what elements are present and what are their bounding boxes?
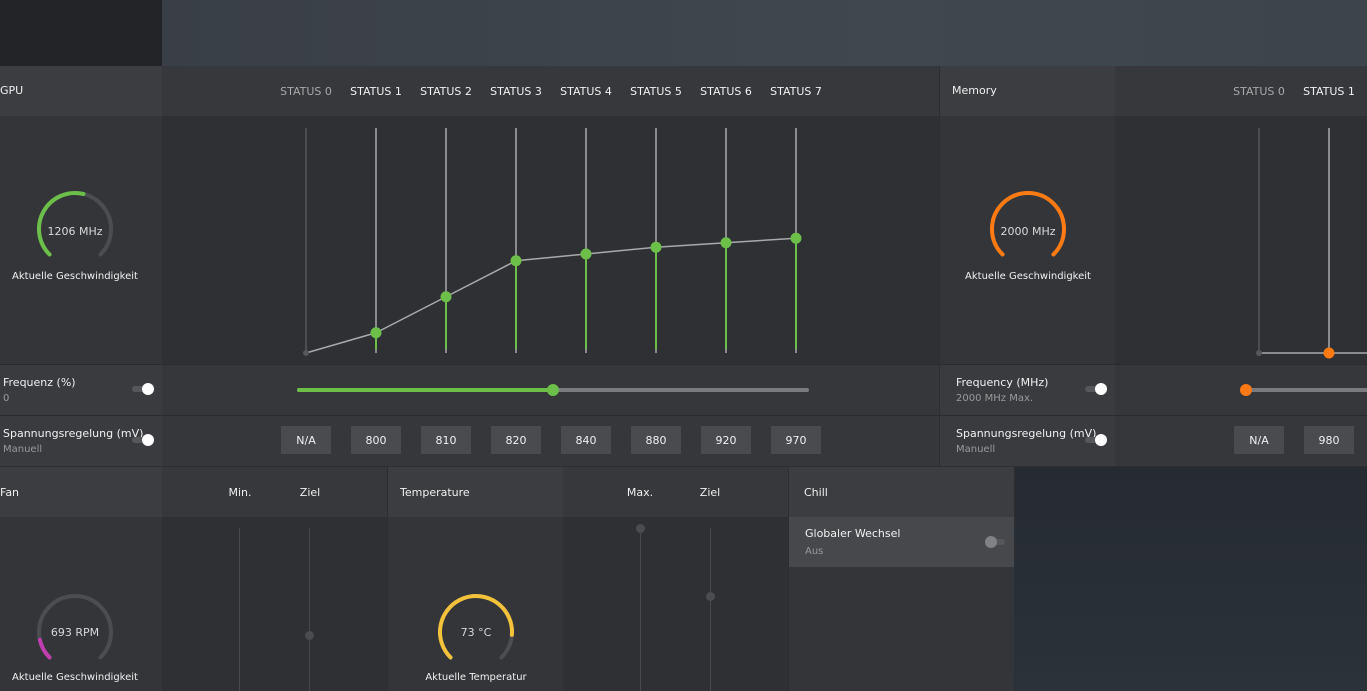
fan-speed-value: 693 RPM [50, 626, 100, 639]
gpu-state-label-0: STATUS 0 [280, 85, 332, 98]
gpu-frequency-title: Frequenz (%) [3, 376, 76, 389]
gpu-voltage-toggle[interactable] [132, 434, 154, 446]
fan-title: Fan [0, 486, 20, 499]
gpu-voltage-box-3[interactable]: 820 [491, 426, 541, 454]
background-area [1015, 467, 1367, 691]
chill-global-switch-value: Aus [805, 546, 824, 557]
gpu-state-label-7: STATUS 7 [770, 85, 822, 98]
temperature-header-left: Temperature [388, 467, 563, 517]
gpu-voltage-box-5[interactable]: 880 [631, 426, 681, 454]
temperature-max-handle[interactable] [636, 524, 645, 533]
gpu-voltage-box-1[interactable]: 800 [351, 426, 401, 454]
fan-target-handle[interactable] [305, 631, 314, 640]
gpu-title: GPU [0, 84, 24, 97]
gpu-voltage-box-7[interactable]: 970 [771, 426, 821, 454]
gpu-state-point-5[interactable] [650, 241, 662, 253]
gpu-speed-value: 1206 MHz [47, 225, 103, 238]
memory-frequency-value: 2000 MHz Max. [956, 393, 1034, 404]
temperature-curve-area [563, 517, 788, 691]
memory-title: Memory [952, 84, 997, 97]
gpu-voltage-title: Spannungsregelung (mV) [3, 427, 144, 440]
memory-frequency-slider-handle[interactable] [1240, 384, 1252, 396]
memory-frequency-toggle[interactable] [1085, 383, 1107, 395]
memory-voltage-toggle[interactable] [1085, 434, 1107, 446]
chill-title: Chill [804, 486, 828, 499]
gpu-voltage-box-6[interactable]: 920 [701, 426, 751, 454]
fan-target-slider[interactable] [309, 528, 310, 691]
gpu-state-point-0[interactable] [303, 350, 309, 356]
memory-state-label-0: STATUS 0 [1233, 85, 1285, 98]
temperature-col-max: Max. [626, 486, 654, 499]
gpu-state-point-7[interactable] [790, 232, 802, 244]
chill-global-switch-row[interactable] [789, 517, 1014, 567]
memory-state-curve[interactable] [1115, 116, 1367, 364]
gpu-voltage-mode: Manuell [3, 444, 43, 455]
gpu-state-label-5: STATUS 5 [630, 85, 682, 98]
gpu-state-point-3[interactable] [510, 255, 522, 267]
temperature-col-target: Ziel [699, 486, 721, 499]
fan-curve-area [162, 517, 387, 691]
fan-gauge-fill [37, 637, 52, 660]
fan-col-target: Ziel [299, 486, 321, 499]
memory-gauge-fill [990, 191, 1066, 257]
memory-voltage-title: Spannungsregelung (mV) [956, 427, 1097, 440]
gpu-state-point-4[interactable] [580, 248, 592, 260]
memory-header-left: Memory [940, 66, 1115, 116]
temperature-target-handle[interactable] [706, 592, 715, 601]
memory-frequency-title: Frequency (MHz) [956, 376, 1049, 389]
memory-voltage-mode: Manuell [956, 444, 996, 455]
memory-state-label-1: STATUS 1 [1303, 85, 1355, 98]
top-bar-right [162, 0, 1367, 66]
gpu-gauge-fill [37, 191, 86, 257]
gpu-state-label-4: STATUS 4 [560, 85, 612, 98]
gpu-state-point-6[interactable] [720, 237, 732, 249]
temperature-max-slider[interactable] [640, 528, 641, 691]
fan-header-left: Fan [0, 467, 162, 517]
gpu-state-label-1: STATUS 1 [350, 85, 402, 98]
temperature-value: 73 °C [460, 626, 492, 639]
gpu-state-point-1[interactable] [370, 327, 382, 339]
memory-frequency-slider-track[interactable] [1246, 388, 1367, 392]
memory-speed-label: Aktuelle Geschwindigkeit [965, 271, 1091, 282]
gpu-state-point-2[interactable] [440, 291, 452, 303]
memory-speed-value: 2000 MHz [1000, 225, 1056, 238]
gpu-header-left: GPU [0, 66, 162, 116]
gpu-state-curve[interactable] [162, 116, 939, 364]
gpu-voltage-box-4[interactable]: 840 [561, 426, 611, 454]
gpu-voltage-box-0[interactable]: N/A [281, 426, 331, 454]
gpu-frequency-value: 0 [3, 393, 10, 404]
memory-voltage-box-0[interactable]: N/A [1234, 426, 1284, 454]
gpu-frequency-slider-handle[interactable] [547, 384, 559, 396]
temperature-target-slider[interactable] [710, 528, 711, 691]
gpu-frequency-toggle[interactable] [132, 383, 154, 395]
fan-col-min: Min. [228, 486, 252, 499]
gpu-state-label-6: STATUS 6 [700, 85, 752, 98]
temperature-title: Temperature [400, 486, 470, 499]
memory-state-point-1[interactable] [1323, 347, 1335, 359]
fan-min-slider[interactable] [239, 528, 240, 691]
memory-voltage-box-1[interactable]: 980 [1304, 426, 1354, 454]
gpu-state-label-3: STATUS 3 [490, 85, 542, 98]
chill-global-toggle[interactable] [985, 536, 1007, 548]
gpu-voltage-box-2[interactable]: 810 [421, 426, 471, 454]
temperature-label: Aktuelle Temperatur [425, 672, 527, 683]
top-bar-left [0, 0, 162, 66]
memory-state-point-0[interactable] [1256, 350, 1262, 356]
gpu-state-label-2: STATUS 2 [420, 85, 472, 98]
chill-global-switch-title: Globaler Wechsel [805, 527, 901, 540]
gpu-speed-label: Aktuelle Geschwindigkeit [12, 271, 138, 282]
chill-header: Chill [789, 467, 1014, 517]
gpu-frequency-slider-fill [297, 388, 553, 392]
gpu-voltage-values-area [162, 416, 939, 466]
fan-speed-label: Aktuelle Geschwindigkeit [12, 672, 138, 683]
